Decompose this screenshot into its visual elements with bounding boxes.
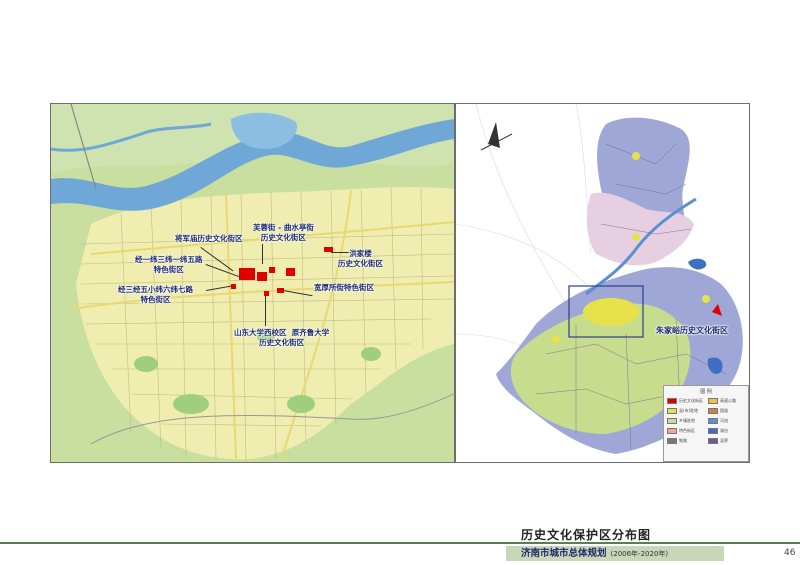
page-number: 46 bbox=[784, 548, 796, 558]
label-jingsan: 经三经五小纬六纬七路 特色街区 bbox=[118, 285, 193, 304]
label-zhujiayu: 朱家峪历史文化街区 bbox=[656, 326, 728, 335]
district-furongjie bbox=[257, 272, 267, 281]
city-core bbox=[583, 298, 639, 326]
legend: 图 例 历史文化街区 县(市)驻地 乡镇驻地 特色街区 铁路 高速公路 国道 河… bbox=[663, 385, 749, 462]
label-furongjie: 芙蓉街 - 曲水亭街 历史文化街区 bbox=[253, 223, 314, 242]
district-east bbox=[286, 268, 295, 276]
legend-item: 河流 bbox=[708, 418, 728, 424]
page-title: 历史文化保护区分布图 bbox=[521, 528, 652, 542]
legend-item: 湖泊 bbox=[708, 428, 728, 434]
label-jiangjunmiao: 将军庙历史文化街区 bbox=[175, 234, 243, 243]
label-kuanhousuo: 宽厚所街特色街区 bbox=[314, 283, 374, 292]
district-jingsan bbox=[231, 284, 236, 289]
subtitle-text: 济南市城市总体规划 bbox=[521, 548, 607, 559]
city-map-canvas bbox=[51, 104, 454, 462]
leader-shanda bbox=[265, 296, 266, 326]
district-quishuiting bbox=[269, 267, 275, 273]
legend-item: 铁路 bbox=[667, 438, 687, 444]
legend-item: 县界 bbox=[708, 438, 728, 444]
legend-item: 县(市)驻地 bbox=[667, 408, 698, 414]
legend-item: 国道 bbox=[708, 408, 728, 414]
legend-item: 乡镇驻地 bbox=[667, 418, 695, 424]
leader-furongjie bbox=[262, 244, 263, 264]
label-hongjialou: 洪家楼 历史文化街区 bbox=[338, 249, 383, 268]
label-jingyi: 经一纬三纬一纬五路 特色街区 bbox=[135, 255, 203, 274]
label-shanda: 山东大学西校区 原齐鲁大学 历史文化街区 bbox=[234, 328, 330, 347]
legend-title: 图 例 bbox=[700, 389, 712, 395]
city-map-panel: 将军庙历史文化街区 芙蓉街 - 曲水亭街 历史文化街区 经一纬三纬一纬五路 特色… bbox=[50, 103, 455, 463]
legend-item: 特色街区 bbox=[667, 428, 695, 434]
subtitle: 济南市城市总体规划 (2006年-2020年) bbox=[521, 546, 668, 562]
subtitle-years: (2006年-2020年) bbox=[610, 550, 669, 558]
legend-item: 高速公路 bbox=[708, 398, 736, 404]
district-jiangjunmiao bbox=[239, 268, 255, 280]
footer-divider bbox=[0, 542, 800, 544]
legend-item: 历史文化街区 bbox=[667, 398, 703, 404]
